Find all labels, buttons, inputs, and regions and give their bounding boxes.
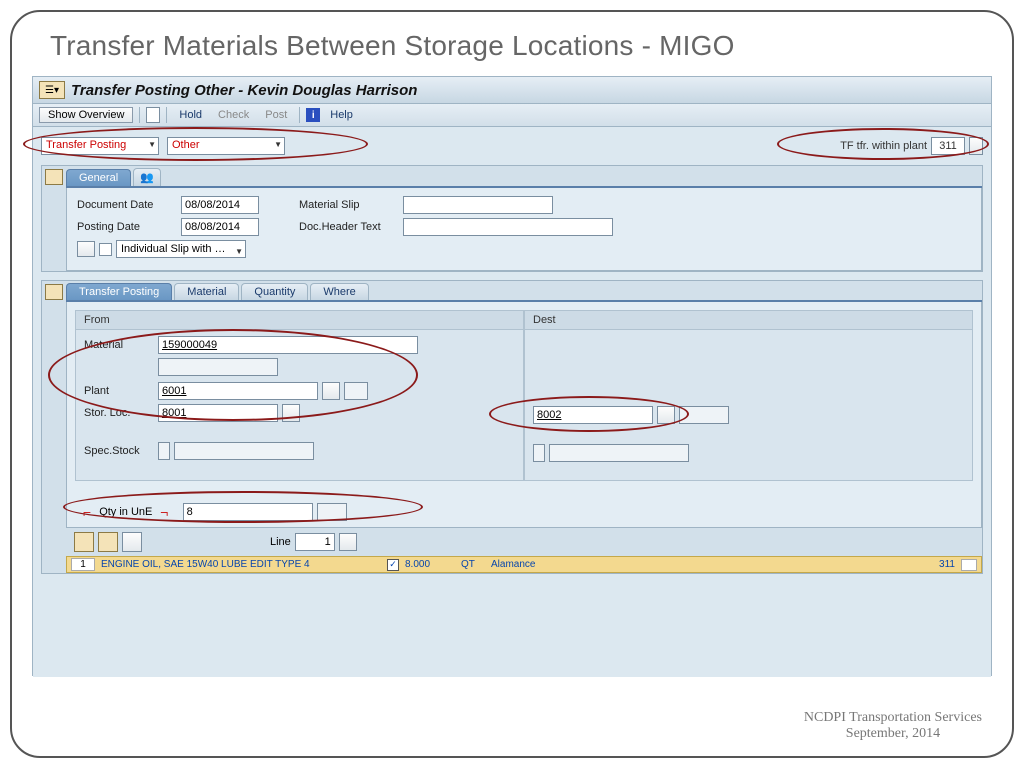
help-icon[interactable]: i: [306, 108, 320, 122]
delete-line-icon[interactable]: [122, 532, 142, 552]
plant-input[interactable]: [158, 382, 318, 400]
item-extra-cell: [961, 559, 977, 571]
help-link[interactable]: Help: [324, 109, 359, 121]
general-section: General 👥 Document Date Posting Date: [41, 165, 983, 272]
prev-line-icon[interactable]: [98, 532, 118, 552]
new-doc-icon[interactable]: [146, 107, 160, 123]
sloc-from-search-icon[interactable]: [282, 404, 300, 422]
line-label: Line: [270, 536, 291, 548]
item-qty: 8.000: [405, 559, 455, 570]
spec-stock-ind[interactable]: [158, 442, 170, 460]
sloc-dest-search-icon[interactable]: [657, 406, 675, 424]
material-label: Material: [84, 339, 154, 351]
plant-search-icon[interactable]: [322, 382, 340, 400]
spec-stock-input[interactable]: [174, 442, 314, 460]
doc-date-label: Document Date: [77, 199, 177, 211]
detail-panel: From Material: [66, 302, 982, 528]
plant-label: Plant: [84, 385, 154, 397]
item-mvt-code: 311: [925, 559, 955, 570]
separator: [139, 107, 140, 123]
header-row: Transfer Posting Other TF tfr. within pl…: [41, 137, 983, 155]
separator: [299, 107, 300, 123]
item-line-row[interactable]: 1 ENGINE OIL, SAE 15W40 LUBE EDIT TYPE 4…: [66, 556, 982, 573]
collapse-icon[interactable]: [45, 284, 63, 300]
tab-quantity[interactable]: Quantity: [241, 283, 308, 300]
movement-type-search-icon[interactable]: [969, 137, 983, 155]
line-nav: Line: [66, 528, 982, 556]
bracket-icon: ⌐: [160, 504, 168, 520]
collapse-icon[interactable]: [45, 169, 63, 185]
slip-dropdown[interactable]: Individual Slip with …: [116, 240, 246, 258]
detail-section: Transfer Posting Material Quantity Where…: [41, 280, 983, 574]
material-input[interactable]: [158, 336, 418, 354]
plant-code2-input: [344, 382, 368, 400]
from-dest-columns: From Material: [75, 310, 973, 481]
body-area: Transfer Posting Other TF tfr. within pl…: [33, 127, 991, 677]
spec-stock-label: Spec.Stock: [84, 445, 154, 457]
show-overview-button[interactable]: Show Overview: [39, 107, 133, 123]
doc-header-label: Doc.Header Text: [299, 221, 399, 233]
dest-column: Dest: [524, 310, 973, 481]
detail-tabstrip: Transfer Posting Material Quantity Where: [66, 281, 982, 302]
menu-icon[interactable]: ☰▾: [39, 81, 65, 99]
material-slip-input[interactable]: [403, 196, 553, 214]
post-date-label: Posting Date: [77, 221, 177, 233]
qty-row: ⌐ Qty in UnE ⌐: [75, 497, 973, 527]
hold-button[interactable]: Hold: [173, 109, 208, 121]
item-description: ENGINE OIL, SAE 15W40 LUBE EDIT TYPE 4: [101, 559, 381, 570]
watermark-line1: NCDPI Transportation Services: [804, 710, 982, 726]
tab-general[interactable]: General: [66, 169, 131, 186]
dest-spec-ind[interactable]: [533, 444, 545, 462]
sloc-dest-desc-input: [679, 406, 729, 424]
tab-vendor-icon[interactable]: 👥: [133, 168, 161, 186]
bracket-icon: ⌐: [83, 504, 91, 520]
from-header: From: [76, 311, 523, 330]
window-title: Transfer Posting Other - Kevin Douglas H…: [71, 82, 417, 99]
from-column: From Material: [75, 310, 524, 481]
reference-dropdown[interactable]: Other: [167, 137, 285, 155]
print-icon[interactable]: [77, 241, 95, 257]
tab-transfer-posting[interactable]: Transfer Posting: [66, 283, 172, 300]
titlebar: ☰▾ Transfer Posting Other - Kevin Dougla…: [33, 77, 991, 104]
action-dropdown[interactable]: Transfer Posting: [41, 137, 159, 155]
doc-date-input[interactable]: [181, 196, 259, 214]
movement-type-label: TF tfr. within plant: [840, 140, 927, 152]
toolbar: Show Overview Hold Check Post i Help: [33, 104, 991, 127]
line-number-input[interactable]: [295, 533, 335, 551]
sloc-from-input[interactable]: [158, 404, 278, 422]
print-checkbox[interactable]: [99, 243, 112, 256]
tab-material[interactable]: Material: [174, 283, 239, 300]
line-search-icon[interactable]: [339, 533, 357, 551]
material-slip-label: Material Slip: [299, 199, 399, 211]
sloc-label: Stor. Loc.: [84, 407, 154, 419]
item-location: Alamance: [491, 559, 919, 570]
tab-where[interactable]: Where: [310, 283, 368, 300]
material-desc-input: [158, 358, 278, 376]
sloc-dest-input[interactable]: [533, 406, 653, 424]
dest-header: Dest: [525, 311, 972, 330]
post-button: Post: [259, 109, 293, 121]
item-ok-checkbox[interactable]: ✓: [387, 559, 399, 571]
movement-type-code[interactable]: 311: [931, 137, 965, 155]
qty-input[interactable]: [183, 503, 313, 521]
qty-unit-input[interactable]: [317, 503, 347, 521]
qty-label: Qty in UnE: [95, 506, 156, 518]
first-line-icon[interactable]: [74, 532, 94, 552]
slide-title: Transfer Materials Between Storage Locat…: [50, 30, 992, 62]
check-button: Check: [212, 109, 255, 121]
item-number: 1: [71, 558, 95, 571]
general-tabstrip: General 👥: [66, 166, 982, 188]
separator: [166, 107, 167, 123]
item-unit: QT: [461, 559, 485, 570]
post-date-input[interactable]: [181, 218, 259, 236]
doc-header-input[interactable]: [403, 218, 613, 236]
movement-type-group: TF tfr. within plant 311: [840, 137, 983, 155]
watermark-line2: September, 2014: [804, 726, 982, 742]
watermark: NCDPI Transportation Services September,…: [804, 710, 982, 742]
dest-spec-input[interactable]: [549, 444, 689, 462]
sap-window: ☰▾ Transfer Posting Other - Kevin Dougla…: [32, 76, 992, 676]
general-panel: Document Date Posting Date Individual Sl: [66, 188, 982, 271]
